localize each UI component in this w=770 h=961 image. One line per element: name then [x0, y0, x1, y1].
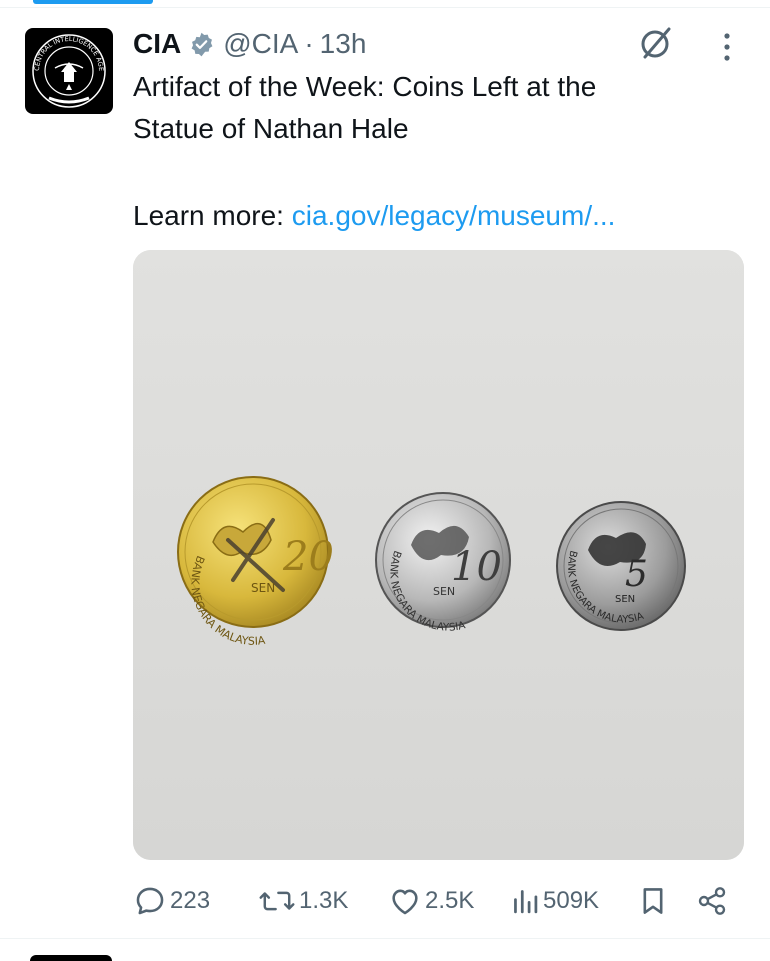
next-tweet-avatar-edge	[30, 955, 112, 961]
bookmark-button[interactable]	[638, 878, 668, 924]
tweet-media-image[interactable]: 20 SEN BANK NEGARA MALAYSIA 10 SEN BANK …	[133, 250, 744, 860]
avatar[interactable]: CENTRAL INTELLIGENCE AGENCY	[25, 28, 113, 114]
like-count: 2.5K	[425, 887, 475, 914]
verified-badge-icon	[191, 32, 213, 56]
like-button[interactable]: 2.5K	[388, 878, 474, 924]
active-tab-indicator	[33, 0, 153, 4]
museum-link[interactable]: cia.gov/legacy/museum/...	[292, 200, 616, 231]
view-count: 509K	[543, 887, 600, 914]
repost-button[interactable]: 1.3K	[258, 878, 348, 924]
handle[interactable]: @CIA	[223, 28, 298, 60]
coin-unit: SEN	[251, 581, 275, 595]
separator-dot: ·	[304, 28, 314, 59]
coins-photo: 20 SEN BANK NEGARA MALAYSIA 10 SEN BANK …	[133, 250, 744, 860]
coin-5-sen: 5 SEN BANK NEGARA MALAYSIA	[556, 501, 686, 631]
learn-more-line: Learn more: cia.gov/legacy/museum/...	[133, 195, 615, 237]
coin-value: 10	[451, 544, 502, 590]
reply-icon	[136, 887, 164, 915]
learn-more-prefix: Learn more:	[133, 200, 284, 231]
repost-icon	[259, 891, 295, 911]
repost-count: 1.3K	[299, 887, 349, 914]
heart-icon	[392, 889, 418, 915]
tweet-text: Artifact of the Week: Coins Left at the …	[133, 66, 733, 150]
grok-icon[interactable]	[637, 24, 675, 62]
tweet-text-line: Statue of Nathan Hale	[133, 113, 409, 144]
coin-unit: SEN	[433, 585, 455, 598]
cia-seal-icon: CENTRAL INTELLIGENCE AGENCY	[25, 28, 106, 108]
coin-value: 20	[282, 534, 334, 580]
coin-unit: SEN	[615, 594, 635, 605]
share-button[interactable]	[696, 878, 728, 924]
tweet-text-line: Artifact of the Week: Coins Left at the	[133, 71, 597, 102]
action-bar: 223 1.3K 2.5K 509K	[0, 878, 770, 924]
more-vertical-icon[interactable]	[713, 30, 741, 64]
bottom-divider	[0, 938, 770, 939]
display-name[interactable]: CIA	[133, 28, 181, 60]
coin-value: 5	[625, 554, 648, 595]
reply-button[interactable]: 223	[133, 878, 210, 924]
share-icon	[698, 887, 726, 915]
views-icon	[514, 890, 538, 914]
bookmark-icon	[643, 888, 663, 914]
reply-count: 223	[170, 887, 211, 914]
views-button[interactable]: 509K	[510, 878, 599, 924]
timestamp[interactable]: 13h	[320, 28, 367, 60]
top-divider	[0, 7, 770, 8]
tweet-header: CIA @CIA · 13h	[133, 25, 366, 63]
